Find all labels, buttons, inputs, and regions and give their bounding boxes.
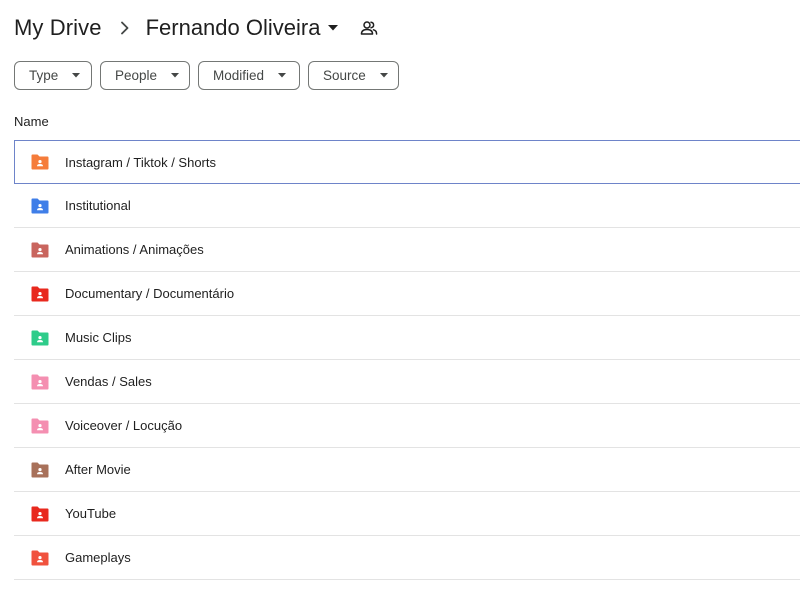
- drive-page: My Drive Fernando Oliveira Type: [0, 0, 800, 600]
- shared-folder-icon: [30, 152, 50, 172]
- folder-row[interactable]: Music Clips: [14, 316, 800, 360]
- folder-row[interactable]: Institutional: [14, 184, 800, 228]
- caret-down-icon: [171, 73, 179, 78]
- folder-name: Gameplays: [65, 550, 131, 565]
- column-header-name[interactable]: Name: [14, 114, 49, 129]
- filter-people-label: People: [115, 68, 157, 83]
- folder-name: Animations / Animações: [65, 242, 204, 257]
- shared-people-icon[interactable]: [360, 20, 378, 36]
- filter-source-label: Source: [323, 68, 366, 83]
- folder-name: Institutional: [65, 198, 131, 213]
- folder-name: Voiceover / Locução: [65, 418, 182, 433]
- caret-down-icon: [278, 73, 286, 78]
- shared-folder-icon: [30, 548, 50, 568]
- shared-folder-icon: [30, 196, 50, 216]
- folder-row[interactable]: After Movie: [14, 448, 800, 492]
- shared-folder-icon: [30, 372, 50, 392]
- shared-folder-icon: [30, 416, 50, 436]
- breadcrumb: My Drive Fernando Oliveira: [14, 12, 378, 44]
- folder-row[interactable]: YouTube: [14, 492, 800, 536]
- shared-folder-icon: [30, 328, 50, 348]
- chevron-right-icon: [120, 21, 130, 35]
- breadcrumb-my-drive[interactable]: My Drive: [14, 15, 102, 41]
- caret-down-icon: [328, 25, 338, 31]
- folder-name: Instagram / Tiktok / Shorts: [65, 155, 216, 170]
- breadcrumb-current-folder[interactable]: Fernando Oliveira: [146, 15, 339, 41]
- filter-source-chip[interactable]: Source: [308, 61, 399, 90]
- shared-folder-icon: [30, 240, 50, 260]
- shared-folder-icon: [30, 504, 50, 524]
- folder-name: After Movie: [65, 462, 131, 477]
- folder-row[interactable]: Voiceover / Locução: [14, 404, 800, 448]
- filter-bar: Type People Modified Source: [14, 61, 399, 90]
- shared-folder-icon: [30, 460, 50, 480]
- folder-name: YouTube: [65, 506, 116, 521]
- caret-down-icon: [380, 73, 388, 78]
- folder-row[interactable]: Documentary / Documentário: [14, 272, 800, 316]
- folder-row[interactable]: Instagram / Tiktok / Shorts: [14, 140, 800, 184]
- folder-name: Music Clips: [65, 330, 131, 345]
- filter-type-chip[interactable]: Type: [14, 61, 92, 90]
- breadcrumb-current-label: Fernando Oliveira: [146, 15, 321, 41]
- folder-name: Documentary / Documentário: [65, 286, 234, 301]
- filter-modified-label: Modified: [213, 68, 264, 83]
- filter-modified-chip[interactable]: Modified: [198, 61, 300, 90]
- folder-row[interactable]: Vendas / Sales: [14, 360, 800, 404]
- folder-row[interactable]: Gameplays: [14, 536, 800, 580]
- folder-name: Vendas / Sales: [65, 374, 152, 389]
- caret-down-icon: [72, 73, 80, 78]
- folder-row[interactable]: Animations / Animações: [14, 228, 800, 272]
- shared-folder-icon: [30, 284, 50, 304]
- filter-type-label: Type: [29, 68, 58, 83]
- filter-people-chip[interactable]: People: [100, 61, 190, 90]
- file-list: Instagram / Tiktok / Shorts Institutional…: [14, 140, 800, 580]
